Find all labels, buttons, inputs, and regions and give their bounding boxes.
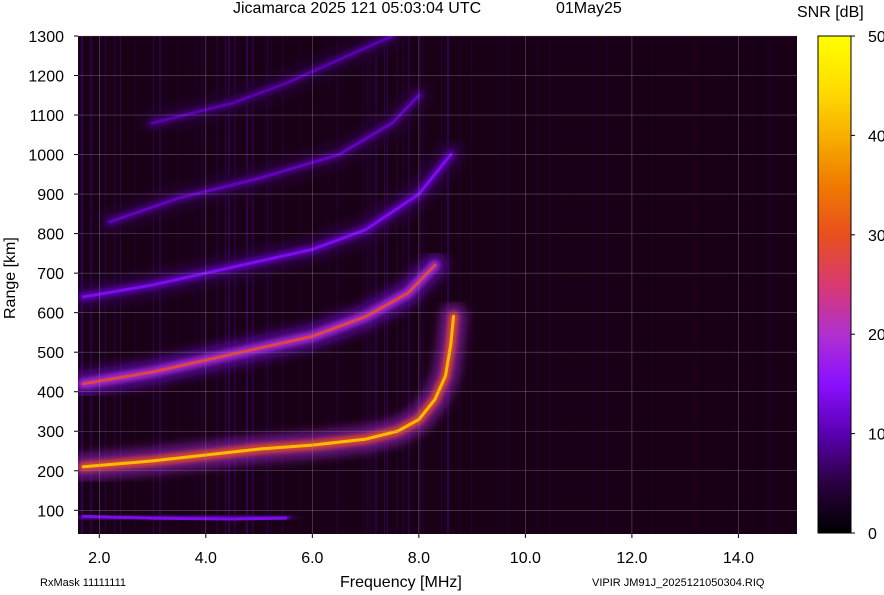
noise-column [528, 36, 529, 534]
noise-column [729, 36, 731, 534]
colorbar [817, 35, 852, 534]
noise-column [654, 36, 655, 534]
y-tick-label: 1300 [28, 29, 64, 46]
noise-column [342, 36, 343, 534]
noise-column [369, 36, 371, 534]
noise-column [447, 36, 449, 534]
noise-column [366, 36, 368, 534]
y-tick-label: 400 [37, 385, 64, 402]
noise-column [459, 36, 460, 534]
y-axis: 100 200 300 400 500 600 700 800 900 1000 1100 1200 1… [28, 29, 78, 520]
x-tick-label: 6.0 [301, 550, 323, 567]
noise-column [774, 36, 775, 534]
noise-column [705, 36, 707, 534]
noise-column [768, 36, 770, 534]
noise-column [702, 36, 704, 534]
colorbar-tick-label: 10 [868, 427, 884, 444]
noise-column [555, 36, 556, 534]
noise-column [372, 36, 373, 534]
y-tick-label: 800 [37, 227, 64, 244]
noise-column [498, 36, 500, 534]
ionogram-chart: 2.0 4.0 6.0 8.0 10.0 12.0 14.0 100200300400500… [28, 29, 884, 567]
x-tick-label: 2.0 [88, 550, 110, 567]
colorbar-tick-label: 0 [868, 526, 877, 543]
noise-column [741, 36, 742, 534]
noise-column [375, 36, 377, 534]
y-tick-label: 600 [37, 306, 64, 323]
noise-column [327, 36, 329, 534]
noise-column [336, 36, 338, 534]
noise-column [549, 36, 551, 534]
y-tick-label: 1200 [28, 69, 64, 86]
colorbar-tick-label: 30 [868, 228, 884, 245]
x-tick-label: 8.0 [408, 550, 430, 567]
colorbar-tick-label: 20 [868, 327, 884, 344]
y-tick-label: 700 [37, 266, 64, 283]
y-tick-label: 100 [37, 503, 64, 520]
noise-column [711, 36, 713, 534]
x-tick-label: 12.0 [616, 550, 647, 567]
y-tick-label: 1100 [30, 108, 65, 125]
noise-column [756, 36, 757, 534]
y-tick-label: 500 [37, 345, 64, 362]
noise-column [558, 36, 559, 534]
y-tick-label: 300 [37, 424, 64, 441]
noise-column [585, 36, 587, 534]
noise-column [687, 36, 689, 534]
noise-column [507, 36, 509, 534]
colorbar-tick-label: 40 [868, 128, 884, 145]
x-tick-label: 4.0 [195, 550, 217, 567]
noise-column [612, 36, 613, 534]
noise-column [651, 36, 653, 534]
noise-column [474, 36, 476, 534]
noise-column [732, 36, 734, 534]
noise-column [570, 36, 571, 534]
noise-column [792, 36, 793, 534]
x-axis: 2.0 4.0 6.0 8.0 10.0 12.0 14.0 [88, 534, 754, 567]
x-tick-label: 14.0 [723, 550, 754, 567]
noise-column [753, 36, 754, 534]
noise-column [300, 36, 301, 534]
noise-column [594, 36, 595, 534]
noise-column [384, 36, 385, 534]
noise-column [537, 36, 538, 534]
x-tick-label: 10.0 [510, 550, 541, 567]
noise-column [759, 36, 761, 534]
noise-column [363, 36, 364, 534]
y-tick-label: 200 [37, 464, 64, 481]
y-tick-label: 1000 [28, 148, 64, 165]
noise-column [510, 36, 512, 534]
noise-column [786, 36, 787, 534]
noise-column [648, 36, 649, 534]
colorbar-tick-label: 50 [868, 29, 884, 46]
colorbar-axis: 0 10 20 30 40 50 [851, 29, 884, 543]
y-tick-label: 900 [37, 187, 64, 204]
noise-column [441, 36, 442, 534]
noise-column [564, 36, 565, 534]
noise-column [471, 36, 472, 534]
noise-column [606, 36, 608, 534]
